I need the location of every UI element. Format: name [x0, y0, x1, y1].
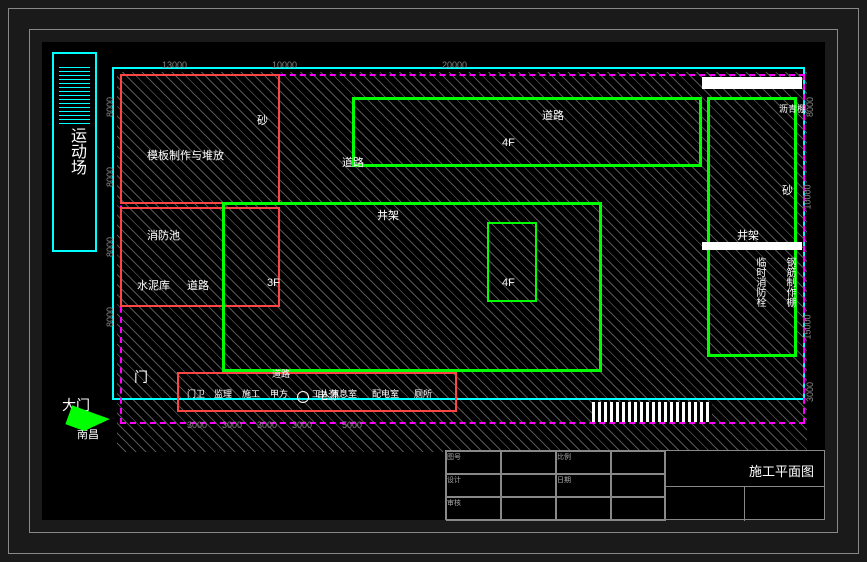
tb-cell: 比例: [556, 451, 611, 474]
dim-bot-5: 5000: [342, 420, 362, 430]
label-gate: 门: [134, 367, 148, 387]
drawing-canvas[interactable]: 运动场 模板制作与堆放 砂 消防池 水泥库 道路 道路 道路 3F 4F 4F …: [42, 42, 825, 520]
label-shuini: 水泥库: [137, 277, 170, 293]
label-3f: 3F: [267, 277, 280, 289]
label-daolu3: 道路: [542, 107, 564, 123]
label-liqing: 沥青棚: [779, 102, 806, 115]
dim-right-4: 3000: [805, 382, 815, 402]
label-power: 电源: [317, 387, 339, 403]
label-sha2: 砂: [782, 182, 793, 198]
inner-frame: 运动场 模板制作与堆放 砂 消防池 水泥库 道路 道路 道路 3F 4F 4F …: [29, 29, 838, 533]
tb-cell: [501, 474, 556, 497]
wall-bottom: [592, 402, 712, 422]
drawing-title: 施工平面图: [665, 461, 814, 480]
label-shigong: 施工: [242, 387, 260, 400]
label-4fb: 4F: [502, 277, 515, 289]
label-jiafang: 甲方: [270, 387, 288, 400]
label-daolu2: 道路: [342, 154, 364, 170]
title-block: 图号 比例 设计 日期 审核 施工平面图: [445, 450, 825, 520]
dim-bot-1: 3000: [187, 420, 207, 430]
dim-left-3: 8000: [105, 237, 115, 257]
tb-cell: 设计: [446, 474, 501, 497]
tb-cell: [611, 474, 666, 497]
title-block-grid: 图号 比例 设计 日期 审核: [446, 451, 666, 521]
tb-cell: [501, 451, 556, 474]
dim-left-2: 8000: [105, 167, 115, 187]
label-jingjia: 井架: [377, 207, 399, 223]
tb-cell: [501, 497, 556, 521]
building-4f-top: [352, 97, 702, 167]
building-4f-mid: [487, 222, 537, 302]
label-sha1: 砂: [257, 112, 268, 128]
label-daolu-bottom: 道路: [272, 367, 290, 380]
dim-right-2: 10000: [802, 184, 812, 209]
label-jingjia2: 井架: [737, 227, 759, 243]
label-gangjin: 钢筋制作棚: [782, 257, 797, 307]
label-4fa: 4F: [502, 137, 515, 149]
outer-frame: 运动场 模板制作与堆放 砂 消防池 水泥库 道路 道路 道路 3F 4F 4F …: [8, 8, 859, 554]
dim-right-1: 8000: [805, 97, 815, 117]
label-xiaofang: 消防池: [147, 227, 180, 243]
wall-top-right: [702, 77, 802, 89]
tb-cell: [611, 497, 666, 521]
label-jianli: 监理: [214, 387, 232, 400]
label-peidian: 配电室: [372, 387, 399, 400]
power-icon: [297, 391, 309, 403]
dim-bot-4: 3000: [292, 420, 312, 430]
dim-top-1: 13000: [162, 60, 187, 70]
wall-mid-right: [702, 242, 802, 250]
tb-cell: 审核: [446, 497, 501, 521]
label-linshi: 临时消防栓: [752, 257, 767, 307]
tb-cell: [611, 451, 666, 474]
tb-cell: 图号: [446, 451, 501, 474]
dim-right-3: 15000: [802, 314, 812, 339]
dim-left-4: 8000: [105, 307, 115, 327]
dim-bot-3: 3000: [257, 420, 277, 430]
dim-left-1: 8000: [105, 97, 115, 117]
dim-top-3: 20000: [442, 60, 467, 70]
sports-field-label: 运动场: [64, 127, 88, 175]
compass-icon: [67, 415, 127, 435]
label-cesuo: 厕所: [414, 387, 432, 400]
label-daolu1: 道路: [187, 277, 209, 293]
label-muban: 模板制作与堆放: [147, 147, 224, 163]
title-block-main: 施工平面图: [664, 451, 824, 521]
dim-top-2: 10000: [272, 60, 297, 70]
template-storage: [120, 74, 280, 204]
dim-bot-2: 3000: [222, 420, 242, 430]
label-menwei: 门卫: [187, 387, 205, 400]
tb-cell: 日期: [556, 474, 611, 497]
tb-cell: [556, 497, 611, 521]
